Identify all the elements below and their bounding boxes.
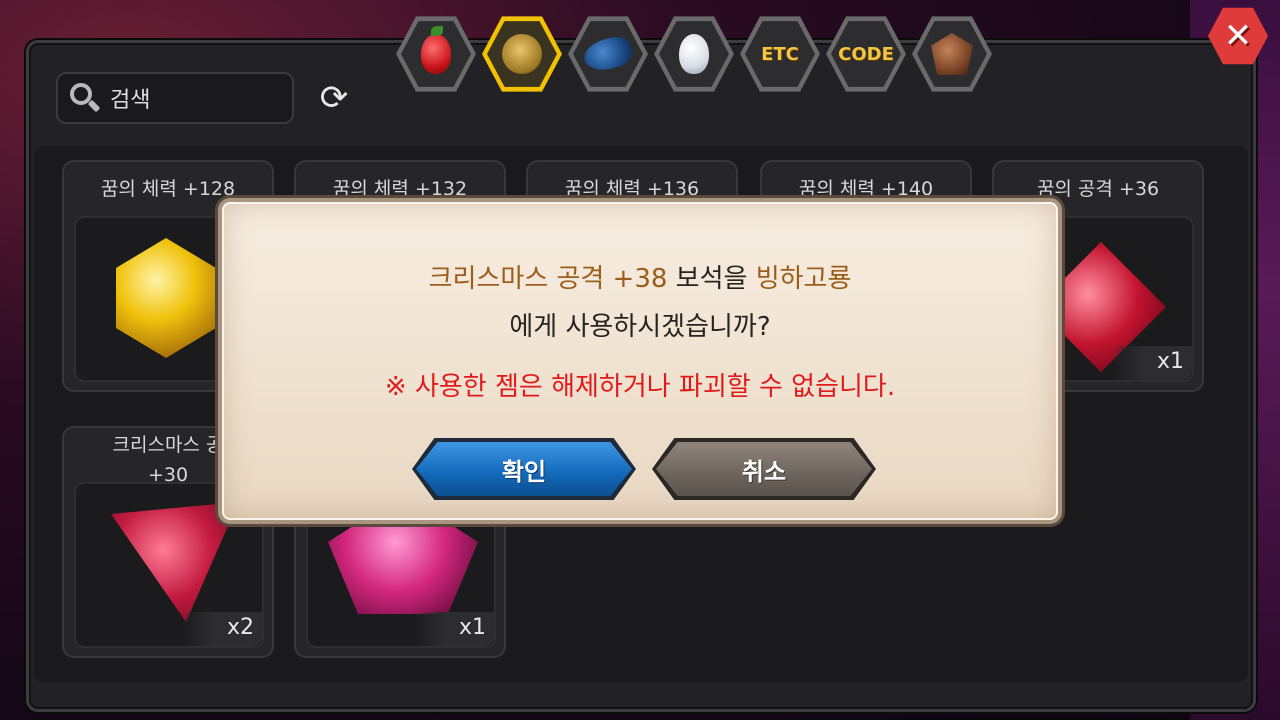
gem-name: 크리스마스 공격 +38 <box>428 264 668 294</box>
dialog-message-line1: 크리스마스 공격 +38 보석을 빙하고룡 <box>222 258 1058 295</box>
target-name: 빙하고룡 <box>755 264 852 294</box>
confirm-dialog: 크리스마스 공격 +38 보석을 빙하고룡 에게 사용하시겠습니까? ※ 사용한… <box>218 198 1062 524</box>
confirm-button[interactable]: 확인 <box>412 438 636 500</box>
cancel-label: 취소 <box>656 442 872 496</box>
modal-overlay: 크리스마스 공격 +38 보석을 빙하고룡 에게 사용하시겠습니까? ※ 사용한… <box>0 0 1280 720</box>
cancel-button[interactable]: 취소 <box>652 438 876 500</box>
dialog-warning: ※ 사용한 젬은 해제하거나 파괴할 수 없습니다. <box>384 372 896 402</box>
dialog-text: 보석을 <box>667 264 756 294</box>
dialog-message-line2: 에게 사용하시겠습니까? <box>509 312 771 342</box>
confirm-label: 확인 <box>416 442 632 496</box>
